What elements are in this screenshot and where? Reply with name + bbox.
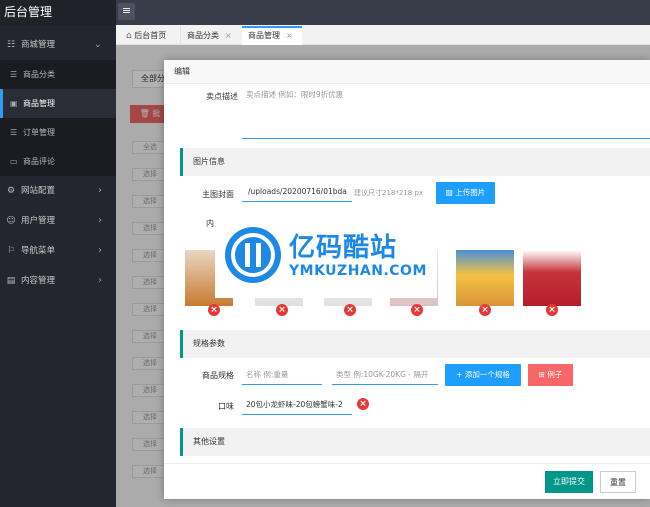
chevron-right-icon: › (98, 275, 102, 286)
watermark-logo: 亿码酷站 YMKUZHAN.COM (215, 213, 437, 298)
cover-path-input[interactable]: /uploads/20200716/01bda (242, 182, 352, 202)
flavor-label: 口味 (218, 402, 234, 411)
sidebar-item-label: 商品评论 (23, 157, 55, 166)
tab-label: 商品管理 (248, 31, 280, 40)
remove-image-icon[interactable]: × (208, 304, 220, 316)
remove-image-icon[interactable]: × (546, 304, 558, 316)
add-spec-button[interactable]: + 添加一个规格 (445, 364, 521, 386)
sidebar-item-nav[interactable]: ⚐ 导航菜单 › (0, 236, 116, 266)
reset-button[interactable]: 重置 (600, 471, 636, 493)
sidebar-item-label: 商城管理 (21, 40, 56, 50)
remove-image-icon[interactable]: × (344, 304, 356, 316)
close-icon[interactable]: × (286, 31, 293, 40)
tab-label: 后台首页 (134, 31, 167, 40)
box-icon: ▣ (10, 99, 18, 108)
chevron-right-icon: › (98, 215, 102, 226)
remove-image-icon[interactable]: × (479, 304, 491, 316)
comment-icon: ▭ (10, 157, 18, 166)
sidebar-item-orders[interactable]: ☰ 订单管理 (0, 118, 116, 147)
sidebar-item-products[interactable]: ▣ 商品管理 (0, 89, 116, 118)
remove-image-icon[interactable]: × (276, 304, 288, 316)
other-section-header: 其他设置 (180, 428, 650, 456)
sidebar-item-mall[interactable]: ☷ 商城管理 ⌄ (0, 30, 116, 60)
image-section-header: 图片信息 (180, 148, 650, 176)
logo-icon (225, 227, 281, 283)
gear-icon: ⚙ (6, 186, 16, 196)
tab-category[interactable]: 商品分类 × (180, 26, 240, 45)
upload-button-label: 上传图片 (455, 188, 486, 197)
tab-products[interactable]: 商品管理 × (242, 26, 302, 45)
flavor-input[interactable]: 20包小龙虾味-20包螃蟹味-2 (242, 395, 352, 415)
chevron-right-icon: › (98, 245, 102, 256)
top-bar: ≡ (116, 0, 650, 25)
sidebar-item-label: 用户管理 (21, 216, 56, 226)
sidebar-item-site-config[interactable]: ⚙ 网站配置 › (0, 176, 116, 206)
product-thumbnail (456, 250, 514, 306)
spec-type-input[interactable]: 类型 例:10GK-20KG - 隔开 (332, 365, 438, 385)
app-title: 后台管理 (0, 0, 116, 25)
upload-image-button[interactable]: ▨ 上传图片 (436, 182, 495, 204)
list-icon: ☰ (10, 70, 18, 79)
home-icon: ⌂ (126, 31, 132, 41)
sidebar-item-category[interactable]: ☰ 商品分类 (0, 60, 116, 89)
spec-section-header: 规格参数 (180, 330, 650, 358)
modal-title: 编辑 (164, 60, 650, 84)
selling-point-label: 卖点描述 (206, 92, 238, 101)
sidebar-item-comments[interactable]: ▭ 商品评论 (0, 147, 116, 176)
spec-label: 商品规格 (202, 371, 234, 380)
remove-flavor-icon[interactable]: × (357, 398, 369, 410)
sidebar-item-label: 商品分类 (23, 70, 55, 79)
remove-image-icon[interactable]: × (411, 304, 423, 316)
sidebar-item-label: 订单管理 (23, 128, 55, 137)
menu-toggle-icon[interactable]: ≡ (118, 3, 135, 20)
example-icon: ⊞ (538, 370, 545, 379)
tab-label: 商品分类 (187, 31, 219, 40)
grid-icon: ☷ (6, 40, 16, 50)
list-icon: ☰ (10, 128, 18, 137)
watermark-brand-en: YMKUZHAN.COM (289, 263, 427, 279)
chevron-down-icon: ⌄ (93, 39, 102, 50)
sidebar-item-content[interactable]: ▤ 内容管理 › (0, 266, 116, 296)
chevron-right-icon: › (98, 185, 102, 196)
cover-size-hint: 建议尺寸218*218 px (354, 189, 424, 197)
flag-icon: ⚐ (6, 246, 16, 256)
example-button[interactable]: ⊞ 例子 (528, 364, 573, 386)
tab-home[interactable]: ⌂ 后台首页 (120, 26, 178, 45)
sidebar-item-label: 网站配置 (21, 186, 56, 196)
close-icon[interactable]: × (225, 31, 232, 40)
sidebar: 后台管理 ☷ 商城管理 ⌄ ☰ 商品分类 ▣ 商品管理 ☰ 订单管理 ▭ 商品评论 ⚙ 网站… (0, 0, 116, 507)
product-thumbnail (523, 250, 581, 306)
selling-point-textarea[interactable]: 卖点描述 例如：限时9折优惠 (242, 87, 650, 139)
content-images-label: 内 (206, 219, 214, 228)
watermark-brand-cn: 亿码酷站 (289, 233, 398, 263)
example-button-label: 例子 (547, 370, 563, 379)
sidebar-item-label: 导航菜单 (21, 246, 56, 256)
tab-bar: ⌂ 后台首页 商品分类 × 商品管理 × (116, 25, 650, 45)
spec-name-input[interactable]: 名称 例:重量 (242, 365, 322, 385)
cover-label: 主图封面 (202, 190, 234, 199)
sidebar-item-users[interactable]: ☺ 用户管理 › (0, 206, 116, 236)
submit-button[interactable]: 立即提交 (545, 471, 593, 493)
user-icon: ☺ (6, 216, 16, 226)
image-icon: ▨ (445, 188, 453, 197)
sidebar-item-label: 内容管理 (21, 276, 56, 286)
sidebar-item-label: 商品管理 (23, 99, 55, 108)
document-icon: ▤ (6, 276, 16, 286)
